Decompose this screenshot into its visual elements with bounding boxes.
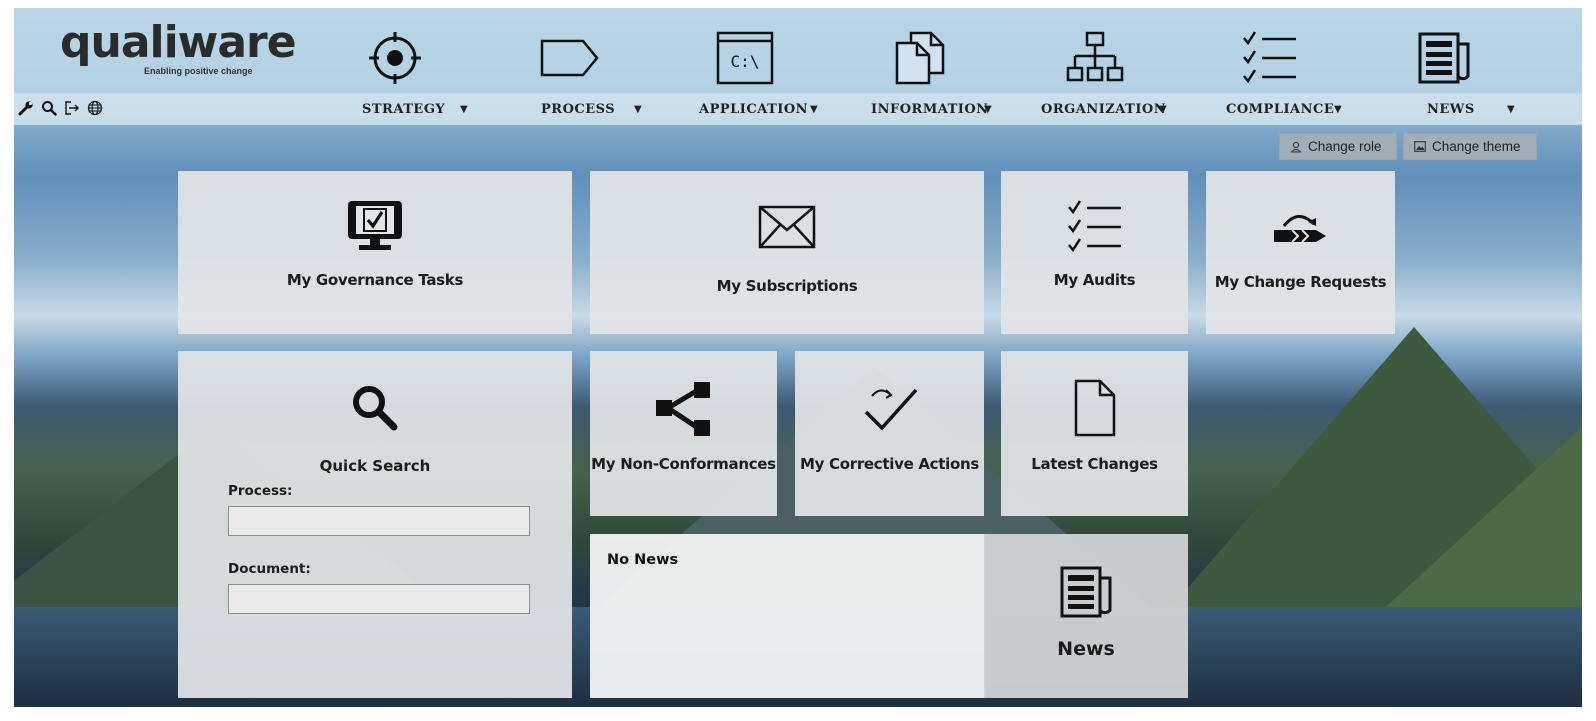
qualiware-logo[interactable]: qualiware Enabling positive change xyxy=(60,17,297,84)
user-icon xyxy=(1290,141,1302,153)
document-field-label: Document: xyxy=(228,561,311,577)
nav-news[interactable]: NEWS xyxy=(1427,93,1475,125)
logout-icon[interactable] xyxy=(64,100,80,116)
target-icon[interactable] xyxy=(363,26,427,90)
magnifier-icon xyxy=(350,383,400,433)
wrench-icon[interactable] xyxy=(18,100,34,116)
change-theme-label: Change theme xyxy=(1432,139,1521,154)
toolbar xyxy=(18,96,103,120)
governance-tasks-label: My Governance Tasks xyxy=(286,271,464,289)
change-requests-tile[interactable]: My Change Requests xyxy=(1206,171,1395,334)
information-caret-icon[interactable]: ▼ xyxy=(984,93,992,125)
audit-checklist-icon xyxy=(1065,197,1125,257)
corrective-actions-tile[interactable]: My Corrective Actions xyxy=(795,351,984,516)
change-role-button[interactable]: Change role xyxy=(1279,133,1397,160)
nav-process[interactable]: PROCESS xyxy=(541,93,615,125)
news-tile[interactable]: News xyxy=(984,534,1188,698)
documents-icon[interactable] xyxy=(888,26,952,90)
search-icon[interactable] xyxy=(41,100,57,116)
quick-search-panel: Quick Search Process: Document: xyxy=(178,351,572,698)
monitor-check-icon xyxy=(344,197,406,257)
process-tag-icon[interactable] xyxy=(538,26,602,90)
quick-search-title: Quick Search xyxy=(319,457,431,475)
news-status: No News xyxy=(607,552,679,568)
corrective-check-icon xyxy=(860,381,920,437)
nav-strategy[interactable]: STRATEGY xyxy=(362,93,445,125)
news-tile-label: News xyxy=(1057,638,1115,660)
news-caret-icon[interactable]: ▼ xyxy=(1507,93,1515,125)
nav-organization[interactable]: ORGANIZATION xyxy=(1041,93,1166,125)
newspaper-icon[interactable] xyxy=(1413,26,1477,90)
process-caret-icon[interactable]: ▼ xyxy=(634,93,642,125)
audits-tile[interactable]: My Audits xyxy=(1001,171,1188,334)
logo-tagline: Enabling positive change xyxy=(144,66,253,76)
change-arrow-icon xyxy=(1270,207,1332,247)
organization-caret-icon[interactable]: ▼ xyxy=(1159,93,1167,125)
subscriptions-label: My Subscriptions xyxy=(716,277,858,295)
subscriptions-tile[interactable]: My Subscriptions xyxy=(590,171,984,334)
strategy-caret-icon[interactable]: ▼ xyxy=(460,93,468,125)
image-icon xyxy=(1414,141,1426,152)
non-conformances-tile[interactable]: My Non-Conformances xyxy=(590,351,777,516)
share-nodes-icon xyxy=(654,379,714,439)
nav-application[interactable]: APPLICATION xyxy=(699,93,808,125)
news-tile-icon xyxy=(1058,564,1116,620)
change-role-label: Change role xyxy=(1308,139,1382,154)
compliance-caret-icon[interactable]: ▼ xyxy=(1334,93,1342,125)
nav-information[interactable]: INFORMATION xyxy=(871,93,989,125)
document-icon xyxy=(1072,377,1118,439)
logo-wordmark: qualiware xyxy=(60,17,297,68)
governance-tasks-tile[interactable]: My Governance Tasks xyxy=(178,171,572,334)
org-chart-icon[interactable] xyxy=(1063,26,1127,90)
checklist-icon[interactable] xyxy=(1238,26,1302,90)
app-frame: qualiware Enabling positive change C:\ S… xyxy=(14,8,1582,707)
application-caret-icon[interactable]: ▼ xyxy=(810,93,818,125)
non-conformances-label: My Non-Conformances xyxy=(591,455,776,473)
news-feed: No News xyxy=(590,534,986,698)
latest-changes-label: Latest Changes xyxy=(1031,455,1158,473)
terminal-text: C:\ xyxy=(731,52,760,71)
document-input[interactable] xyxy=(228,584,530,614)
terminal-window-icon[interactable]: C:\ xyxy=(713,26,777,90)
process-field-label: Process: xyxy=(228,483,293,499)
change-theme-button[interactable]: Change theme xyxy=(1403,133,1537,160)
globe-icon[interactable] xyxy=(87,100,103,116)
mountain-far-right xyxy=(1364,407,1582,627)
change-requests-label: My Change Requests xyxy=(1214,273,1387,291)
audits-label: My Audits xyxy=(1053,271,1136,289)
envelope-icon xyxy=(758,205,816,249)
latest-changes-tile[interactable]: Latest Changes xyxy=(1001,351,1188,516)
corrective-actions-label: My Corrective Actions xyxy=(799,455,979,473)
process-input[interactable] xyxy=(228,506,530,536)
nav-compliance[interactable]: COMPLIANCE xyxy=(1226,93,1334,125)
